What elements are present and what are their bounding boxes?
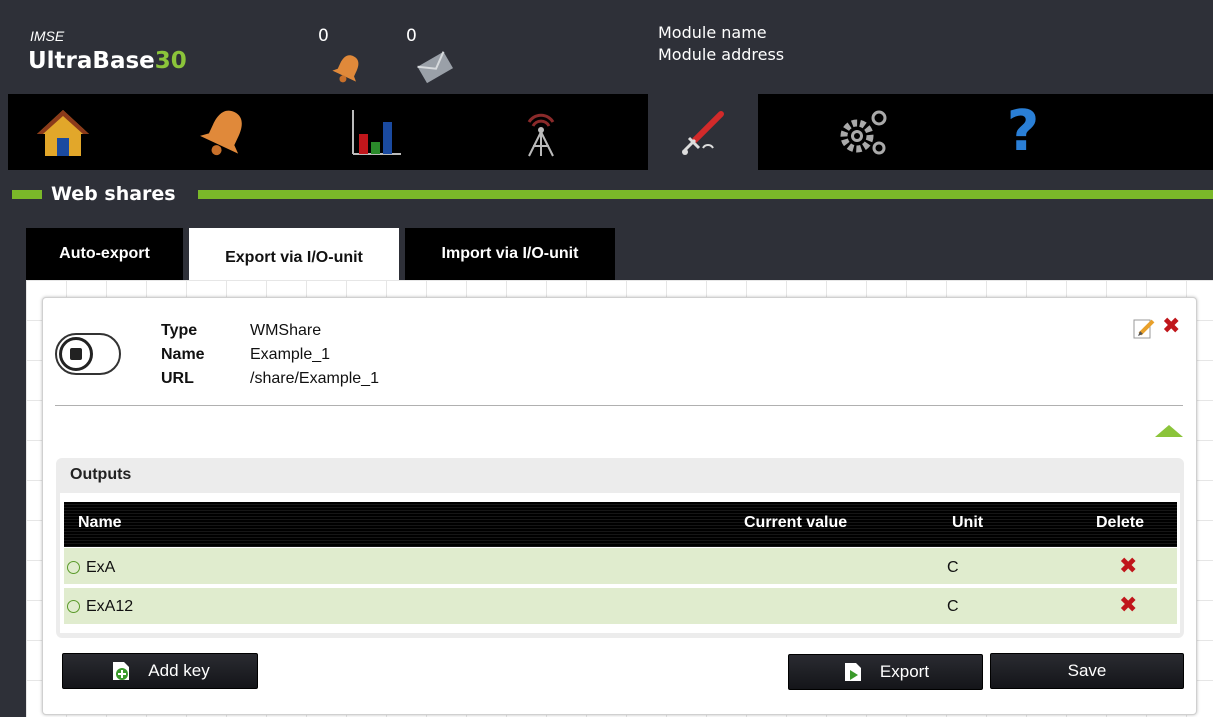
module-info: Module name Module address	[658, 22, 784, 66]
url-value: /share/Example_1	[250, 370, 379, 387]
row-name: ExA	[86, 559, 116, 576]
table-row[interactable]	[64, 588, 1177, 626]
row-unit: C	[947, 559, 959, 576]
collapse-arrow-icon[interactable]	[1155, 425, 1183, 437]
tab-export-via-io-unit[interactable]: Export via I/O-unit	[189, 228, 399, 288]
export-button[interactable]: Export	[788, 654, 983, 690]
nav-home[interactable]	[8, 94, 118, 170]
tab-import-via-io-unit[interactable]: Import via I/O-unit	[405, 228, 615, 280]
module-name: Module name	[658, 23, 767, 42]
export-icon	[844, 663, 861, 681]
outputs-title: Outputs	[70, 466, 132, 483]
status-circle-icon	[67, 600, 80, 613]
add-key-icon	[113, 662, 130, 680]
section-accent-right	[198, 190, 1213, 199]
delete-share-icon[interactable]: ✖	[1162, 314, 1180, 339]
status-circle-icon	[67, 561, 80, 574]
home-icon	[37, 110, 89, 156]
export-label: Export	[879, 662, 930, 681]
stop-icon	[70, 348, 82, 360]
message-count: 0	[406, 26, 417, 46]
section-title: Web shares	[51, 183, 176, 205]
main-nav: ?	[8, 94, 1213, 170]
module-address: Module address	[658, 45, 785, 64]
name-value: Example_1	[250, 346, 331, 363]
nav-communication[interactable]	[486, 94, 596, 170]
url-label: URL	[161, 370, 194, 387]
delete-row-icon[interactable]: ✖	[1119, 593, 1137, 618]
section-header: Web shares	[8, 180, 1213, 208]
alarm-bell-icon[interactable]	[330, 50, 366, 86]
type-value: WMShare	[250, 322, 322, 339]
edit-icon[interactable]	[1132, 316, 1156, 340]
type-label: Type	[161, 322, 198, 339]
brand-number: 30	[154, 48, 187, 74]
nav-help[interactable]: ?	[968, 94, 1078, 170]
nav-charts[interactable]	[320, 94, 430, 170]
envelope-icon[interactable]	[414, 50, 456, 84]
delete-row-icon[interactable]: ✖	[1119, 554, 1137, 579]
save-button[interactable]: Save	[990, 653, 1184, 689]
save-label: Save	[1067, 661, 1107, 680]
outputs-table-header	[64, 502, 1177, 547]
col-header-current-value: Current value	[744, 514, 848, 531]
bar-chart-icon	[352, 110, 401, 155]
help-icon: ?	[1006, 99, 1040, 164]
add-key-label: Add key	[148, 661, 210, 680]
alarm-bell-icon	[200, 110, 242, 156]
nav-settings[interactable]	[808, 94, 918, 170]
tab-auto-export[interactable]: Auto-export	[26, 228, 183, 280]
share-toggle[interactable]	[55, 333, 121, 375]
add-key-button[interactable]: Add key	[62, 653, 258, 689]
card-divider	[55, 405, 1183, 406]
tools-icon	[682, 111, 724, 155]
antenna-icon	[527, 113, 555, 157]
brand-name: UltraBase	[28, 48, 155, 74]
app-header: IMSE UltraBase30 0 0 Module name Module …	[8, 8, 1213, 94]
brand-top: IMSE	[30, 28, 65, 44]
toggle-knob	[59, 337, 93, 371]
table-row[interactable]	[64, 548, 1177, 586]
alarm-count: 0	[318, 26, 329, 46]
nav-tools[interactable]	[648, 94, 758, 170]
row-name: ExA12	[86, 598, 134, 615]
gears-icon	[840, 110, 887, 155]
name-label: Name	[161, 346, 205, 363]
col-header-name: Name	[78, 514, 122, 531]
row-unit: C	[947, 598, 959, 615]
col-header-unit: Unit	[952, 514, 984, 531]
nav-alarms[interactable]	[170, 94, 280, 170]
section-accent-left	[12, 190, 42, 199]
col-header-delete: Delete	[1096, 514, 1145, 531]
app-logo: UltraBase30	[28, 48, 187, 74]
